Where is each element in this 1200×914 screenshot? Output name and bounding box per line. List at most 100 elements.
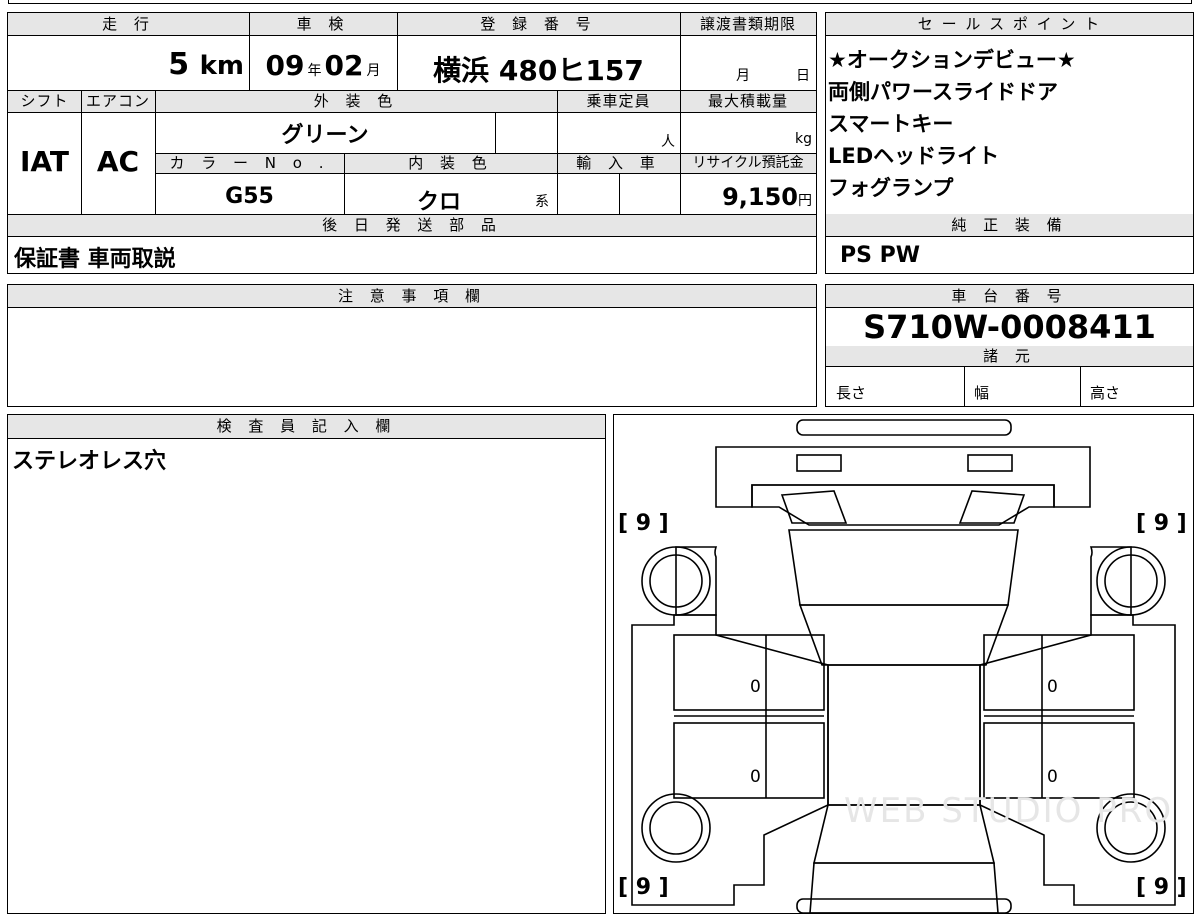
specs-header: 諸 元 (826, 346, 1193, 366)
capacity-unit: 人 (661, 134, 675, 150)
left-front-door (673, 634, 825, 711)
sales-point-item: LEDヘッドライト (828, 144, 1000, 168)
right-front-door (983, 634, 1135, 711)
grid-line (8, 438, 605, 439)
inspector-note: ステレオレス穴 (12, 449, 167, 474)
front-panel (715, 446, 1091, 508)
right-side-panel (979, 614, 1176, 906)
grid-line (8, 236, 816, 237)
windshield (788, 529, 1019, 606)
grid-line (826, 366, 1193, 367)
tire-tread-rear-left: [ 9 ] (618, 875, 669, 900)
grid-line (964, 366, 965, 406)
door-right-front-value: 0 (1047, 677, 1058, 697)
registration-value: 横浜 480ヒ157 (433, 54, 644, 87)
sales-point-item: スマートキー (828, 112, 954, 136)
interior-color-value: クロ (416, 190, 461, 215)
sales-points-list: ★オークションデビュー★ 両側パワースライドドア スマートキー LEDヘッドライ… (826, 44, 1076, 204)
width-label: 幅 (974, 384, 990, 402)
mirror-left (780, 490, 848, 524)
grid-line (344, 153, 345, 214)
transfer-deadline-header: 譲渡書類期限 (680, 13, 816, 35)
tire-rear-left-inner (649, 801, 703, 855)
exterior-color-value: グリーン (281, 123, 369, 148)
later-parts-header: 後 日 発 送 部 品 (8, 214, 816, 236)
grid-line (155, 90, 156, 214)
grid-line (680, 13, 681, 214)
door-right-rear-value: 0 (1047, 767, 1058, 787)
right-rear-door (983, 722, 1135, 799)
tire-tread-front-right: [ 9 ] (1136, 511, 1187, 536)
genuine-equipment-header: 純 正 装 備 (826, 214, 1193, 236)
grid-line (249, 13, 250, 90)
grid-line (826, 35, 1193, 36)
grid-line (81, 90, 82, 214)
chassis-no-header: 車 台 番 号 (826, 285, 1193, 307)
sales-point-item: フォグランプ (828, 176, 954, 200)
door-left-front-value: 0 (750, 677, 761, 697)
inspection-value: 09 年 02 月 (265, 49, 381, 82)
interior-suffix: 系 (535, 194, 549, 210)
exterior-color-header: 外 装 色 (155, 90, 557, 112)
door-left-rear-value: 0 (750, 767, 761, 787)
grid-line (619, 173, 620, 214)
recycle-header: リサイクル預託金 (680, 153, 816, 173)
capacity-header: 乗車定員 (557, 90, 680, 112)
later-parts-value: 保証書 車両取説 (14, 247, 176, 272)
aircon-header: エアコン (81, 90, 155, 112)
sales-point-item: 両側パワースライドドア (828, 80, 1058, 104)
headlight-left (796, 454, 842, 472)
car-diagram-block: [ 9 ] [ 9 ] [ 9 ] [ 9 ] 0 0 0 0 WEB STUD… (613, 414, 1194, 914)
grid-line (155, 173, 816, 174)
grid-line (8, 112, 816, 113)
car-diagram (631, 419, 1176, 913)
genuine-equipment-value: PS PW (840, 243, 921, 268)
grid-line (8, 35, 816, 36)
max-load-header: 最大積載量 (680, 90, 816, 112)
shift-header: シフト (8, 90, 81, 112)
grid-line (8, 307, 816, 308)
grid-line (8, 90, 816, 91)
interior-color-header: 内 装 色 (344, 153, 557, 173)
tire-tread-rear-right: [ 9 ] (1136, 875, 1187, 900)
grid-line (495, 112, 496, 153)
height-label: 高さ (1090, 384, 1121, 402)
roof-front (798, 604, 1010, 666)
tire-rear-left (641, 793, 711, 863)
chassis-no-value: S710W-0008411 (863, 308, 1156, 346)
roof (827, 664, 981, 806)
shift-value: IAT (19, 145, 69, 178)
recycle-fee-value: 9,150円 (722, 183, 812, 211)
mirror-right (958, 490, 1026, 524)
tire-tread-front-left: [ 9 ] (618, 511, 669, 536)
rear-bumper (796, 898, 1012, 913)
headlight-right (967, 454, 1013, 472)
grid-line (155, 153, 816, 154)
grid-line (826, 236, 1193, 237)
top-partial-strip (8, 0, 1192, 4)
length-label: 長さ (836, 384, 867, 402)
grid-line (397, 13, 398, 90)
left-side-panel (631, 614, 829, 906)
vehicle-info-block: 走 行 車 検 登 録 番 号 譲渡書類期限 5 km 09 年 02 月 横浜 48… (7, 12, 817, 274)
left-rear-door (673, 722, 825, 799)
chassis-block: 車 台 番 号 S710W-0008411 諸 元 長さ 幅 高さ (825, 284, 1194, 407)
sales-point-item: ★オークションデビュー★ (828, 48, 1076, 72)
grid-line (8, 214, 816, 215)
color-no-header: カ ラ ー N o . (155, 153, 344, 173)
watermark: WEB STUDIO PRO (844, 791, 1174, 831)
front-bumper (796, 419, 1012, 436)
sales-points-block: セ ー ル ス ポ イ ン ト ★オークションデビュー★ 両側パワースライドドア… (825, 12, 1194, 274)
hood (751, 484, 1055, 526)
import-header: 輸 入 車 (557, 153, 680, 173)
notes-block: 注 意 事 項 欄 (7, 284, 817, 407)
grid-line (557, 90, 558, 214)
rear-gate (809, 862, 999, 913)
color-no-value: G55 (225, 184, 274, 209)
sales-points-header: セ ー ル ス ポ イ ン ト (826, 13, 1193, 35)
aircon-value: AC (96, 145, 140, 178)
max-load-unit: kg (795, 131, 812, 147)
mileage-value: 5 km (168, 47, 244, 82)
registration-header: 登 録 番 号 (397, 13, 680, 35)
mileage-header: 走 行 (8, 13, 249, 35)
